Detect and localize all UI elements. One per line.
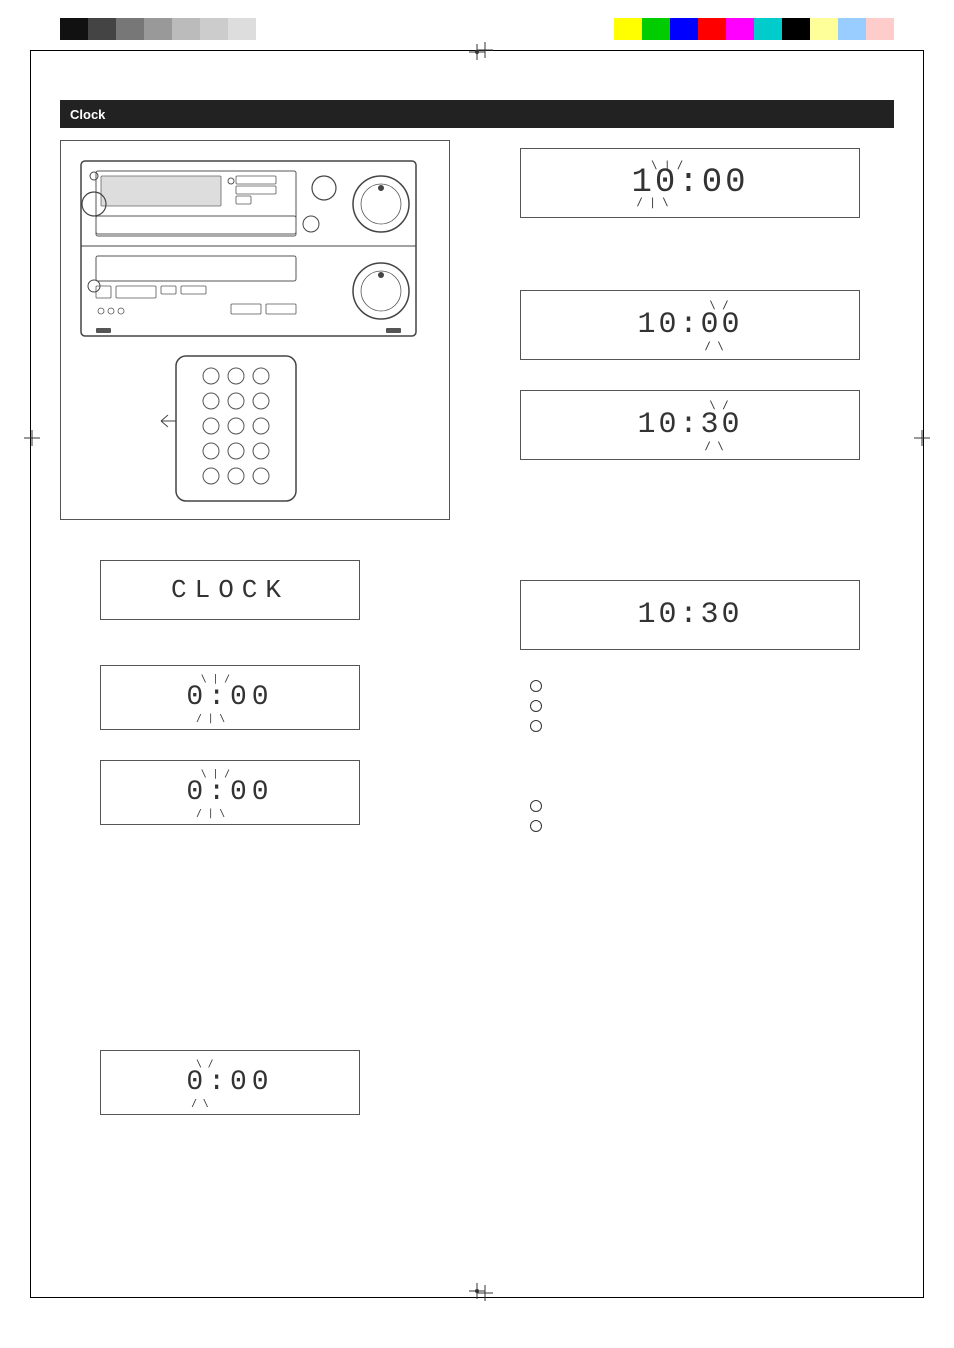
- bullet-item-4: [530, 800, 830, 812]
- bullet-list-2: [530, 800, 830, 840]
- svg-text:\ /: \ /: [709, 398, 728, 411]
- crosshair-left: [24, 430, 40, 451]
- bullet-circle-4: [530, 800, 542, 812]
- remote-svg: [156, 351, 316, 506]
- display-0-00-arrows1-svg: \ | / / | \: [101, 666, 359, 729]
- bullet-circle-5: [530, 820, 542, 832]
- bullet-item-5: [530, 820, 830, 832]
- display-clock-label: CLOCK: [100, 560, 360, 620]
- svg-text:\ /: \ /: [709, 298, 728, 311]
- section-header: Clock: [60, 100, 894, 128]
- display-10-00-top: \ | / / | \ 10:00: [520, 148, 860, 218]
- bullet-item-1: [530, 680, 830, 692]
- display-10-00-mid: \ / / \ 10:00: [520, 290, 860, 360]
- bullet-item-3: [530, 720, 830, 732]
- color-bar-right: [614, 18, 894, 40]
- display-arrows-10-30-svg: \ / / \: [521, 391, 859, 459]
- svg-text:/ \: / \: [191, 1098, 209, 1109]
- bullet-list-1: [530, 680, 830, 740]
- display-10-30-arrows: \ / / \ 10:30: [520, 390, 860, 460]
- display-0-00-bottom: \ / / \ 0:00: [100, 1050, 360, 1115]
- stereo-device: [76, 156, 421, 341]
- svg-text:\ | /: \ | /: [651, 158, 683, 171]
- display-0-00-arrows3-svg: \ / / \: [101, 1051, 359, 1114]
- display-0-00-arrows2-svg: \ | / / | \: [101, 761, 359, 824]
- svg-text:\ /: \ /: [196, 1059, 214, 1070]
- svg-text:\ | /: \ | /: [201, 674, 230, 685]
- crosshair-bottom: [469, 1283, 485, 1304]
- crosshair-top: [469, 44, 485, 65]
- page-border-right: [923, 50, 924, 1298]
- display-0-00-second: \ | / / | \ 0:00: [100, 760, 360, 825]
- svg-text:/ | \: / | \: [196, 713, 225, 724]
- bullet-item-2: [530, 700, 830, 712]
- remote-control: [156, 351, 316, 506]
- display-arrows-mid-svg: \ / / \: [521, 291, 859, 359]
- display-10-00-arrows-svg: \ | / / | \: [521, 149, 859, 217]
- section-title: Clock: [70, 107, 105, 122]
- crosshair-right: [914, 430, 930, 451]
- display-10-30-solid-text: 10:30: [637, 598, 742, 632]
- page-border-left: [30, 50, 31, 1298]
- display-0-00-first: \ | / / | \ 0:00: [100, 665, 360, 730]
- clock-label-text: CLOCK: [171, 575, 289, 605]
- bullet-circle-3: [530, 720, 542, 732]
- illustration-box: [60, 140, 450, 520]
- bullet-circle-1: [530, 680, 542, 692]
- svg-text:/ \: / \: [705, 439, 724, 452]
- color-bar-left: [60, 18, 256, 40]
- svg-text:/ | \: / | \: [637, 195, 669, 208]
- display-10-30-solid: 10:30: [520, 580, 860, 650]
- svg-text:/ \: / \: [705, 339, 724, 352]
- stereo-svg: [76, 156, 421, 341]
- svg-text:/ | \: / | \: [196, 808, 225, 819]
- svg-text:\ | /: \ | /: [201, 769, 230, 780]
- bullet-circle-2: [530, 700, 542, 712]
